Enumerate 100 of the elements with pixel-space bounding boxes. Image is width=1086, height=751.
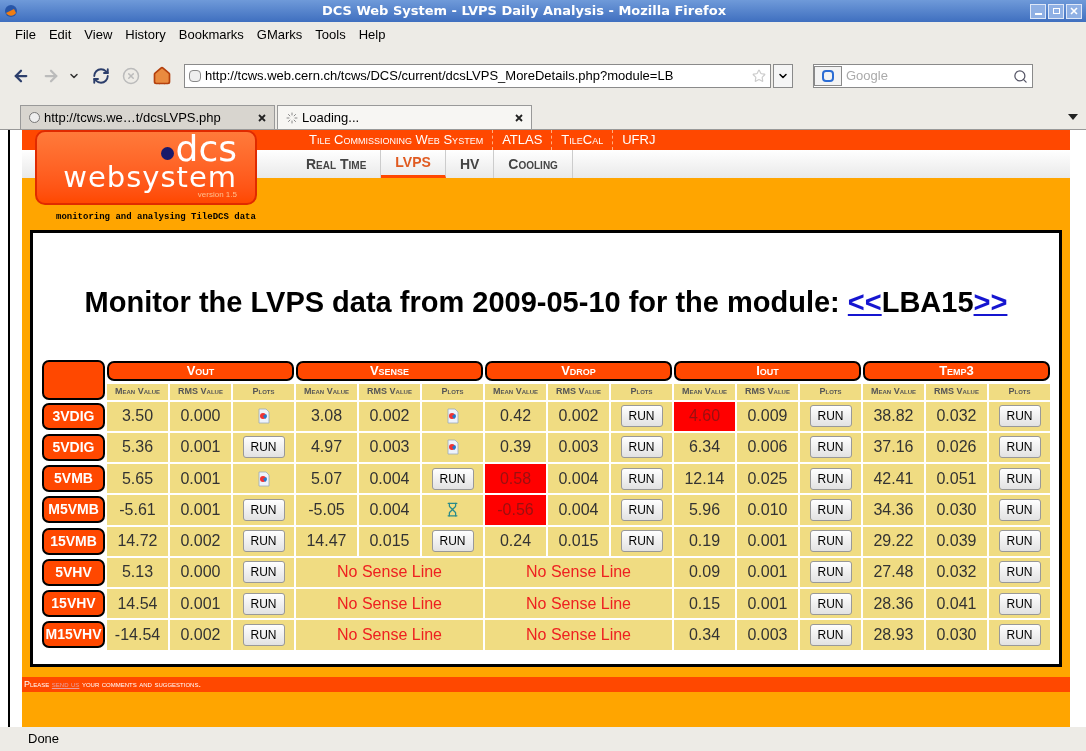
column-header: Mean Value xyxy=(674,383,735,400)
run-button[interactable]: RUN xyxy=(809,592,852,615)
run-button[interactable]: RUN xyxy=(809,623,852,646)
table-cell: 0.003 xyxy=(737,620,798,650)
table-cell: 0.004 xyxy=(359,495,420,525)
run-button[interactable]: RUN xyxy=(620,498,663,521)
column-header: RMS Value xyxy=(737,383,798,400)
run-button[interactable]: RUN xyxy=(431,530,474,553)
menu-item[interactable]: View xyxy=(84,25,113,45)
menu-item[interactable]: Edit xyxy=(48,25,72,45)
run-button[interactable]: RUN xyxy=(242,498,285,521)
nav-tab[interactable]: Real Time xyxy=(292,150,382,178)
menu-item[interactable]: Help xyxy=(358,25,386,45)
run-button[interactable]: RUN xyxy=(998,592,1041,615)
chart-file-icon[interactable] xyxy=(446,408,459,425)
run-button[interactable]: RUN xyxy=(242,561,285,584)
table-cell: 14.72 xyxy=(107,526,168,556)
home-icon[interactable] xyxy=(152,66,172,86)
star-icon[interactable] xyxy=(752,69,766,83)
page-heading: Monitor the LVPS data from 2009-05-10 for the module: <<LBA15>> xyxy=(84,285,1008,320)
run-button[interactable]: RUN xyxy=(809,530,852,553)
run-button[interactable]: RUN xyxy=(620,530,663,553)
nav-tab[interactable]: HV xyxy=(445,150,495,178)
run-button[interactable]: RUN xyxy=(809,561,852,584)
close-icon[interactable] xyxy=(258,113,266,122)
run-button[interactable]: RUN xyxy=(809,436,852,459)
run-button[interactable]: RUN xyxy=(431,467,474,490)
browser-tab[interactable]: Loading... xyxy=(277,105,532,129)
table-cell: 0.42 xyxy=(485,401,546,431)
column-header: RMS Value xyxy=(926,383,987,400)
tab-list-icon[interactable] xyxy=(1068,114,1078,120)
search-input[interactable]: Google xyxy=(846,66,1009,86)
run-button[interactable]: RUN xyxy=(242,530,285,553)
close-button[interactable] xyxy=(1066,3,1082,19)
table-cell: 0.004 xyxy=(548,464,609,494)
menu-item[interactable]: History xyxy=(125,25,166,45)
chart-file-icon[interactable] xyxy=(446,439,459,456)
search-field[interactable]: Google xyxy=(813,64,1033,88)
table-cell: 0.19 xyxy=(674,526,735,556)
run-button[interactable]: RUN xyxy=(242,592,285,615)
group-header: Temp3 xyxy=(863,360,1050,381)
menu-item[interactable]: GMarks xyxy=(256,25,303,45)
run-button[interactable]: RUN xyxy=(998,623,1041,646)
table-cell: -14.54 xyxy=(107,620,168,650)
table-cell: 38.82 xyxy=(863,401,924,431)
chart-file-icon[interactable] xyxy=(257,408,270,425)
run-button[interactable]: RUN xyxy=(998,436,1041,459)
chart-file-icon[interactable] xyxy=(257,470,270,487)
run-button[interactable]: RUN xyxy=(620,405,663,428)
table-cell: 0.015 xyxy=(548,526,609,556)
minimize-button[interactable] xyxy=(1030,3,1046,19)
table-cell: 0.026 xyxy=(926,432,987,462)
history-dropdown-button[interactable] xyxy=(773,64,793,88)
table-cell: 0.041 xyxy=(926,589,987,619)
footer-text: Please send us your comments and suggestions. xyxy=(24,677,201,691)
window-title: DCS Web System - LVPS Daily Analysis - Mozilla Firefox xyxy=(320,2,728,21)
run-button[interactable]: RUN xyxy=(242,623,285,646)
menu-item[interactable]: Bookmarks xyxy=(178,25,244,45)
column-header: Plots xyxy=(611,383,672,400)
menu-item[interactable]: Tools xyxy=(315,25,346,45)
run-button[interactable]: RUN xyxy=(620,436,663,459)
table-cell: 0.032 xyxy=(926,401,987,431)
tagline: monitoring and analysing TileDCS data xyxy=(56,210,256,224)
maximize-button[interactable] xyxy=(1048,3,1064,19)
table-cell: 29.22 xyxy=(863,526,924,556)
run-button[interactable]: RUN xyxy=(998,498,1041,521)
table-cell: 28.36 xyxy=(863,589,924,619)
menu-item[interactable]: File xyxy=(15,25,36,45)
table-cell: 0.032 xyxy=(926,557,987,587)
run-button[interactable]: RUN xyxy=(998,530,1041,553)
row-label: 15VHV xyxy=(42,590,105,618)
run-button[interactable]: RUN xyxy=(998,405,1041,428)
reload-icon[interactable] xyxy=(92,67,110,85)
table-cell: 0.34 xyxy=(674,620,735,650)
table-cell: 3.50 xyxy=(107,401,168,431)
run-button[interactable]: RUN xyxy=(809,467,852,490)
run-button[interactable]: RUN xyxy=(809,498,852,521)
browser-tab[interactable]: http://tcws.we…t/dcsLVPS.php xyxy=(20,105,275,129)
run-button[interactable]: RUN xyxy=(809,405,852,428)
table-cell: 0.001 xyxy=(170,464,231,494)
table-cell: 0.24 xyxy=(485,526,546,556)
run-button[interactable]: RUN xyxy=(242,436,285,459)
address-field[interactable]: http://tcws.web.cern.ch/tcws/DCS/current/dcsLVPS_MoreDetails.php?module=LB xyxy=(184,64,771,88)
search-engine-icon[interactable] xyxy=(814,66,842,86)
back-icon[interactable] xyxy=(12,67,30,85)
run-button[interactable]: RUN xyxy=(620,467,663,490)
row-label: 5VHV xyxy=(42,558,105,586)
run-button[interactable]: RUN xyxy=(998,467,1041,490)
close-icon[interactable] xyxy=(515,113,523,122)
row-label: 15VMB xyxy=(42,527,105,555)
table-cell: 0.015 xyxy=(359,526,420,556)
tab-title: Loading... xyxy=(302,108,361,127)
run-button[interactable]: RUN xyxy=(998,561,1041,584)
previous-module-link[interactable]: << xyxy=(847,286,882,318)
table-cell: 0.030 xyxy=(926,495,987,525)
search-icon[interactable] xyxy=(1013,68,1028,84)
nav-tab[interactable]: Cooling xyxy=(494,150,573,178)
next-module-link[interactable]: >> xyxy=(973,286,1008,318)
address-input[interactable]: http://tcws.web.cern.ch/tcws/DCS/current/dcsLVPS_MoreDetails.php?module=LB xyxy=(205,66,748,86)
table-cell: 14.47 xyxy=(296,526,357,556)
